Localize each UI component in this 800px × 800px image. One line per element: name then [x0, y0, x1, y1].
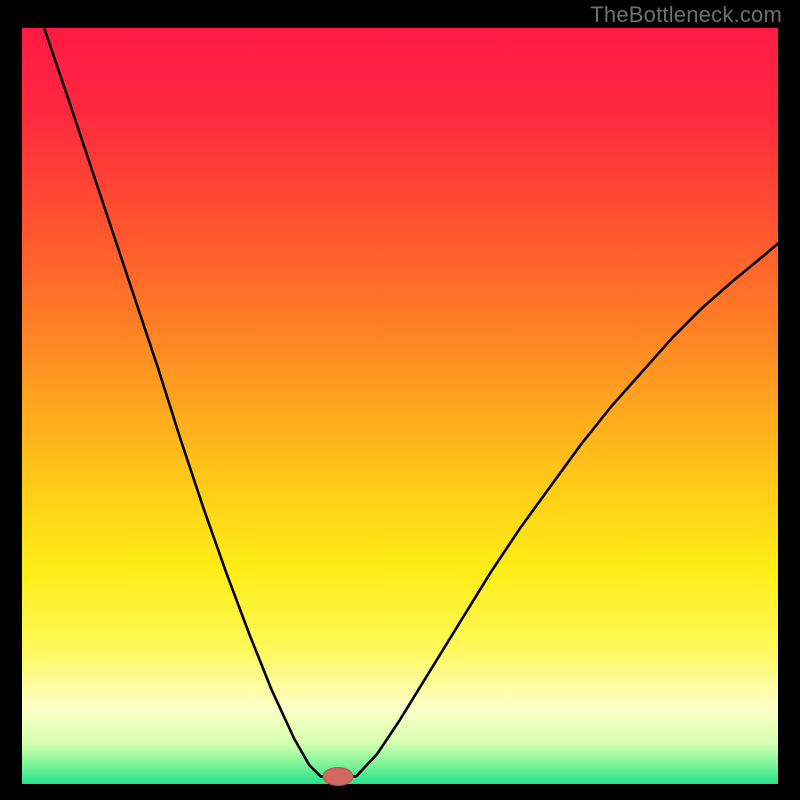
- optimal-point-marker: [323, 767, 353, 785]
- chart-frame: { "watermark": "TheBottleneck.com", "col…: [0, 0, 800, 800]
- gradient-background: [22, 28, 778, 784]
- bottleneck-chart: [0, 0, 800, 800]
- watermark-text: TheBottleneck.com: [590, 2, 782, 28]
